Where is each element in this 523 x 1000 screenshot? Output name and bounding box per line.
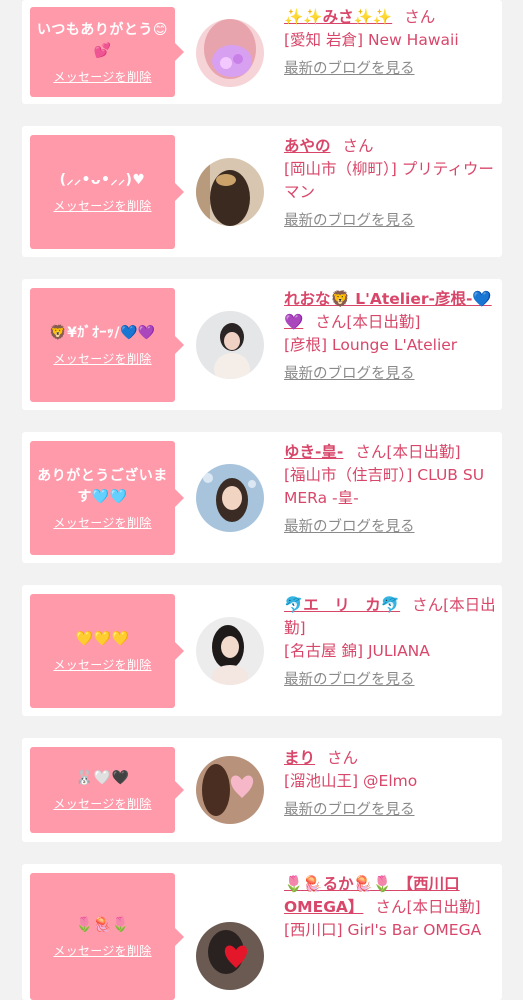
honorific: さん — [404, 8, 436, 26]
work-status: [本日出勤] — [406, 898, 481, 916]
cast-info: まり さん [溜池山王] @Elmo 最新のブログを見る — [284, 747, 496, 822]
shop-name: [西川口] Girl's Bar OMEGA — [284, 921, 482, 939]
name-line: まり さん — [284, 747, 496, 770]
avatar-photo-icon — [196, 922, 264, 990]
latest-blog-link[interactable]: 最新のブログを見る — [284, 210, 415, 233]
avatar[interactable] — [196, 311, 264, 379]
cast-info: あやの さん [岡山市（柳町）] プリティウーマン 最新のブログを見る — [284, 135, 496, 233]
avatar[interactable] — [196, 19, 264, 87]
avatar-photo-icon — [196, 617, 264, 685]
message-bubble: 🐰🤍🖤 メッセージを削除 — [30, 747, 184, 833]
message-bubble: 💛💛💛 メッセージを削除 — [30, 594, 184, 708]
shop-name: [愛知 岩倉] New Hawaii — [284, 31, 459, 49]
honorific: さん — [355, 443, 387, 461]
delete-message-link[interactable]: メッセージを削除 — [53, 795, 151, 812]
message-card: 🐰🤍🖤 メッセージを削除 まり さん [溜池山王] @Elmo 最新のブログを見る — [22, 738, 502, 842]
shop-name: [福山市（住吉町）] CLUB SUMERa -皇- — [284, 466, 485, 507]
delete-message-link[interactable]: メッセージを削除 — [53, 197, 151, 214]
latest-blog-link[interactable]: 最新のブログを見る — [284, 516, 415, 539]
cast-name-link[interactable]: まり — [284, 749, 315, 767]
delete-message-link[interactable]: メッセージを削除 — [53, 656, 151, 673]
shop-name: [岡山市（柳町）] プリティウーマン — [284, 160, 494, 201]
name-line: 🐬エ リ カ🐬 さん[本日出勤] — [284, 594, 496, 640]
honorific: さん — [375, 898, 407, 916]
work-status: [本日出勤] — [386, 443, 461, 461]
message-text: 💛💛💛 — [75, 631, 130, 647]
name-line: ✨✨みさ✨✨ さん — [284, 6, 496, 29]
cast-info: 🐬エ リ カ🐬 さん[本日出勤] [名古屋 錦] JULIANA 最新のブログを見… — [284, 594, 496, 692]
shop-name: [名古屋 錦] JULIANA — [284, 642, 430, 660]
name-line: あやの さん — [284, 135, 496, 158]
avatar-photo-icon — [196, 464, 264, 532]
message-card: (⸝⸝•ᴗ•⸝⸝)♥ メッセージを削除 あやの さん [岡山市（柳町）] プリティ… — [22, 126, 502, 257]
message-text: 🐰🤍🖤 — [75, 770, 130, 786]
message-text: 🌷🪼🌷 — [75, 916, 130, 933]
cast-name-link[interactable]: ゆき-皇- — [284, 443, 343, 461]
name-line: 🌷🪼るか🪼🌷 【西川口OMEGA】 さん[本日出勤] — [284, 873, 496, 919]
honorific: さん — [412, 596, 444, 614]
latest-blog-link[interactable]: 最新のブログを見る — [284, 799, 415, 822]
message-card: 🦁¥ｶﾞｵｰｯ/💙💜 メッセージを削除 れおな🦁 L'Atelier-彦根-💙💜… — [22, 279, 502, 410]
avatar[interactable] — [196, 464, 264, 532]
message-text: (⸝⸝•ᴗ•⸝⸝)♥ — [59, 172, 146, 188]
avatar-photo-icon — [196, 756, 264, 824]
honorific: さん — [315, 313, 347, 331]
cast-name-link[interactable]: ✨✨みさ✨✨ — [284, 8, 392, 26]
message-text: いつもありがとう😊💕 — [36, 21, 169, 59]
message-text: 🦁¥ｶﾞｵｰｯ/💙💜 — [49, 325, 156, 341]
honorific: さん — [342, 137, 374, 155]
shop-name: [溜池山王] @Elmo — [284, 772, 418, 790]
message-bubble: 🌷🪼🌷 メッセージを削除 — [30, 873, 184, 1000]
cast-info: れおな🦁 L'Atelier-彦根-💙💜 さん[本日出勤] [彦根] Lounge… — [284, 288, 496, 386]
name-line: ゆき-皇- さん[本日出勤] — [284, 441, 496, 464]
message-bubble: (⸝⸝•ᴗ•⸝⸝)♥ メッセージを削除 — [30, 135, 184, 249]
honorific: さん — [327, 749, 359, 767]
message-card: いつもありがとう😊💕 メッセージを削除 ✨✨みさ✨✨ さん [愛知 岩倉] New… — [22, 0, 502, 104]
message-bubble: 🦁¥ｶﾞｵｰｯ/💙💜 メッセージを削除 — [30, 288, 184, 402]
avatar[interactable] — [196, 922, 264, 990]
latest-blog-link[interactable]: 最新のブログを見る — [284, 363, 415, 386]
message-card: 💛💛💛 メッセージを削除 🐬エ リ カ🐬 さん[本日出勤] [名古屋 錦] JUL… — [22, 585, 502, 716]
latest-blog-link[interactable]: 最新のブログを見る — [284, 669, 415, 692]
avatar[interactable] — [196, 158, 264, 226]
shop-name: [彦根] Lounge L'Atelier — [284, 336, 458, 354]
message-bubble: ありがとうございます🩵🩵 メッセージを削除 — [30, 441, 184, 555]
message-card: ありがとうございます🩵🩵 メッセージを削除 ゆき-皇- さん[本日出勤] [福山市… — [22, 432, 502, 563]
delete-message-link[interactable]: メッセージを削除 — [53, 514, 151, 531]
latest-blog-link[interactable]: 最新のブログを見る — [284, 58, 415, 81]
avatar[interactable] — [196, 617, 264, 685]
avatar[interactable] — [196, 756, 264, 824]
message-bubble: いつもありがとう😊💕 メッセージを削除 — [30, 7, 184, 97]
cast-info: 🌷🪼るか🪼🌷 【西川口OMEGA】 さん[本日出勤] [西川口] Girl's B… — [284, 873, 496, 942]
message-text: ありがとうございます🩵🩵 — [37, 467, 168, 505]
avatar-photo-icon — [196, 19, 264, 87]
avatar-photo-icon — [196, 158, 264, 226]
cast-name-link[interactable]: 🐬エ リ カ🐬 — [284, 596, 400, 614]
delete-message-link[interactable]: メッセージを削除 — [53, 942, 151, 959]
cast-info: ✨✨みさ✨✨ さん [愛知 岩倉] New Hawaii 最新のブログを見る — [284, 6, 496, 81]
cast-info: ゆき-皇- さん[本日出勤] [福山市（住吉町）] CLUB SUMERa -皇-… — [284, 441, 496, 539]
avatar-photo-icon — [196, 311, 264, 379]
name-line: れおな🦁 L'Atelier-彦根-💙💜 さん[本日出勤] — [284, 288, 496, 334]
work-status: [本日出勤] — [346, 313, 421, 331]
delete-message-link[interactable]: メッセージを削除 — [53, 350, 151, 367]
delete-message-link[interactable]: メッセージを削除 — [53, 68, 151, 85]
cast-name-link[interactable]: あやの — [284, 137, 331, 155]
message-card: 🌷🪼🌷 メッセージを削除 🌷🪼るか🪼🌷 【西川口OMEGA】 さん[本日出勤] [… — [22, 864, 502, 1000]
